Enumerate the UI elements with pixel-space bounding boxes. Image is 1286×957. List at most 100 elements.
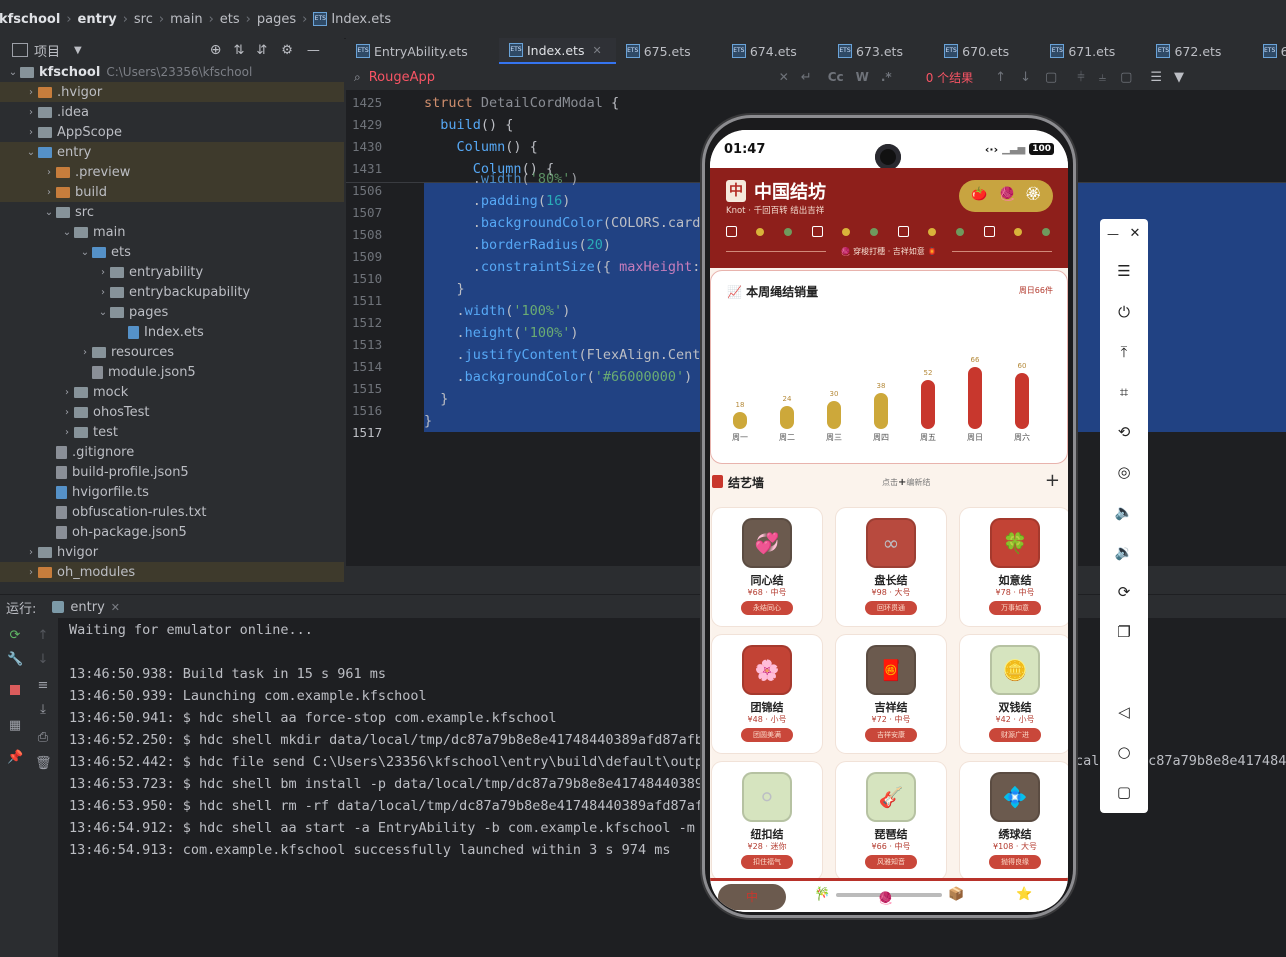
tab-home[interactable]: 中 <box>718 884 786 910</box>
tree-item[interactable]: › .hvigor <box>0 82 344 102</box>
print-icon[interactable]: ⎙ <box>35 730 51 746</box>
rotate-device-icon[interactable]: ⟳ <box>1113 581 1135 603</box>
knot-tag-button[interactable]: 扣住福气 <box>741 855 793 869</box>
add-knot-button[interactable]: + <box>1045 470 1060 491</box>
next-match-icon[interactable]: ↓ <box>1020 70 1031 85</box>
stop-icon[interactable] <box>7 684 23 700</box>
chevron-right-icon[interactable]: › <box>24 567 38 578</box>
tree-item[interactable]: Index.ets <box>0 322 344 342</box>
editor-tab[interactable]: ETSEntryAbility.ets✕ <box>346 38 499 64</box>
chevron-right-icon[interactable]: › <box>60 407 74 418</box>
knot-card[interactable]: 💞 同心结 ¥68 · 中号 永结同心 <box>712 508 822 626</box>
tree-item[interactable]: hvigorfile.ts <box>0 482 344 502</box>
tree-item[interactable]: ⌄ src <box>0 202 344 222</box>
tree-item[interactable]: › oh_modules <box>0 562 344 582</box>
new-line-icon[interactable]: ↵ <box>801 70 812 85</box>
knot-card[interactable]: 🧧 吉祥结 ¥72 · 中号 吉祥安康 <box>836 635 946 753</box>
tree-item[interactable]: › hvigor <box>0 542 344 562</box>
knot-tag-button[interactable]: 抛得良缘 <box>989 855 1041 869</box>
find-input[interactable]: RougeApp <box>369 70 779 85</box>
tree-item[interactable]: › ohosTest <box>0 402 344 422</box>
tree-item[interactable]: › entrybackupability <box>0 282 344 302</box>
scroll-end-icon[interactable]: ⤓ <box>35 702 51 718</box>
pin-top-icon[interactable]: ⤒ <box>1113 341 1135 363</box>
knot-card[interactable]: ∞ 盘长结 ¥98 · 大号 回环贯通 <box>836 508 946 626</box>
editor-tab[interactable]: ETS Index.ets ✕ <box>498 38 616 64</box>
breadcrumb-item[interactable]: src <box>131 12 156 27</box>
knot-tag-button[interactable]: 永结同心 <box>741 601 793 615</box>
tree-item[interactable]: › test <box>0 422 344 442</box>
phone-screen[interactable]: 01:47 ‹·› ▁▃▅ 100 中 中国结坊 Knot · 千回百转 结出吉… <box>710 130 1068 912</box>
clear-search-icon[interactable]: ✕ <box>779 70 789 84</box>
minimize-icon[interactable]: — <box>307 43 320 58</box>
tree-item[interactable]: › resources <box>0 342 344 362</box>
collapse-all-icon[interactable]: ⇵ <box>256 43 267 58</box>
close-icon[interactable]: ✕ <box>111 601 120 614</box>
multi-screen-icon[interactable]: ❐ <box>1113 621 1135 643</box>
chevron-right-icon[interactable]: › <box>60 387 74 398</box>
tab-yarn[interactable]: 🧶 <box>878 891 893 905</box>
tree-item[interactable]: obfuscation-rules.txt <box>0 502 344 522</box>
back-icon[interactable]: ◁ <box>1113 701 1135 723</box>
chevron-right-icon[interactable]: › <box>24 87 38 98</box>
chevron-down-icon[interactable]: ⌄ <box>78 247 92 258</box>
editor-tab[interactable]: ETS674.ets✕ <box>722 38 828 64</box>
chevron-down-icon[interactable]: ⌄ <box>42 207 56 218</box>
editor-tab[interactable]: ETS669.ets✕ <box>1253 38 1286 64</box>
trash-icon[interactable]: 🗑 <box>35 756 52 772</box>
wall-hint[interactable]: 点击+编新结 <box>882 477 930 488</box>
screenshot-icon[interactable]: ◎ <box>1113 461 1135 483</box>
tree-item[interactable]: build-profile.json5 <box>0 462 344 482</box>
chevron-right-icon[interactable]: › <box>78 347 92 358</box>
chevron-right-icon[interactable]: › <box>42 167 56 178</box>
crop-icon[interactable]: ⌗ <box>1113 381 1135 403</box>
tree-item[interactable]: ⌄ pages <box>0 302 344 322</box>
knot-tag-button[interactable]: 团圆美满 <box>741 728 793 742</box>
tree-item[interactable]: module.json5 <box>0 362 344 382</box>
expand-all-icon[interactable]: ⇅ <box>233 43 244 58</box>
layout-icon[interactable]: ▦ <box>7 718 23 734</box>
minus-icon[interactable]: — <box>1102 223 1124 245</box>
tree-item[interactable]: › AppScope <box>0 122 344 142</box>
project-panel-title[interactable]: 项目 <box>34 41 60 60</box>
remove-caret-icon[interactable]: ⫨ <box>1099 70 1106 85</box>
run-config-tab[interactable]: entry ✕ <box>52 600 120 615</box>
knot-card[interactable]: 🌸 团锦结 ¥48 · 小号 团圆美满 <box>712 635 822 753</box>
knot-card[interactable]: 🍀 如意结 ¥78 · 中号 万事如意 <box>960 508 1068 626</box>
home-icon[interactable]: ○ <box>1113 741 1135 763</box>
editor-tab[interactable]: ETS671.ets✕ <box>1040 38 1146 64</box>
tree-item[interactable]: oh-package.json5 <box>0 522 344 542</box>
knot-card[interactable]: ⚪ 纽扣结 ¥28 · 迷你 扣住福气 <box>712 762 822 880</box>
toggle-selection-icon[interactable]: ▢ <box>1120 70 1132 85</box>
tree-item[interactable]: › entryability <box>0 262 344 282</box>
chevron-right-icon[interactable]: › <box>24 127 38 138</box>
editor-tab[interactable]: ETS670.ets✕ <box>934 38 1040 64</box>
align-icon[interactable]: ☰ <box>1150 70 1162 85</box>
close-tab-icon[interactable]: ✕ <box>592 44 601 57</box>
breadcrumb-item[interactable]: pages <box>254 12 299 27</box>
power-icon[interactable]: ⏻ <box>1113 301 1135 323</box>
knot-card[interactable]: 💠 绣球结 ¥108 · 大号 抛得良缘 <box>960 762 1068 880</box>
breadcrumb-item[interactable]: kfschool <box>0 12 63 27</box>
chevron-right-icon[interactable]: › <box>24 107 38 118</box>
breadcrumb-item-current[interactable]: ETS Index.ets <box>310 12 394 27</box>
volume-up-icon[interactable]: 🔈 <box>1113 501 1135 523</box>
knot-tag-button[interactable]: 风雅知音 <box>865 855 917 869</box>
knot-tag-button[interactable]: 万事如意 <box>989 601 1041 615</box>
chevron-down-icon[interactable]: ⌄ <box>24 147 38 158</box>
menu-icon[interactable]: ☰ <box>1113 260 1135 282</box>
knot-tag-button[interactable]: 吉祥安康 <box>865 728 917 742</box>
chevron-right-icon[interactable]: › <box>42 187 56 198</box>
knot-tag-button[interactable]: 回环贯通 <box>865 601 917 615</box>
tree-root[interactable]: ⌄ kfschool C:\Users\23356\kfschool <box>0 62 344 82</box>
chevron-right-icon[interactable]: › <box>96 287 110 298</box>
knot-card[interactable]: 🪙 双钱结 ¥42 · 小号 财源广进 <box>960 635 1068 753</box>
regex-toggle[interactable]: .* <box>881 70 892 84</box>
tree-item[interactable]: ⌄ ets <box>0 242 344 262</box>
wrench-icon[interactable]: 🔧 <box>7 652 23 668</box>
chevron-right-icon[interactable]: › <box>24 547 38 558</box>
tab-bamboo[interactable]: 🎋 <box>814 887 830 902</box>
close-icon[interactable]: ✕ <box>1124 223 1146 245</box>
rerun-icon[interactable]: ⟳ <box>7 628 23 644</box>
scroll-up-icon[interactable]: ↑ <box>35 628 51 644</box>
